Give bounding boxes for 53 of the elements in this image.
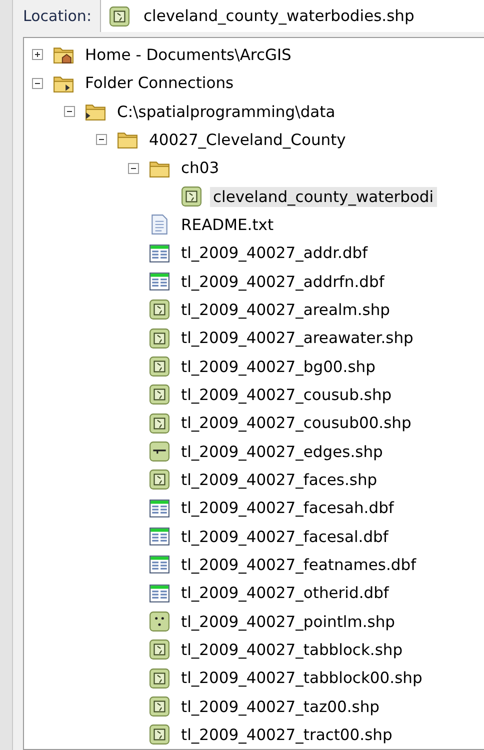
tree-item[interactable]: tl_2009_40027_pointlm.shp <box>178 612 398 632</box>
polygon-layer-icon <box>149 668 170 689</box>
polygon-layer-icon <box>149 469 170 490</box>
polygon-layer-icon <box>108 6 130 27</box>
document-icon <box>149 214 170 236</box>
tree-item[interactable]: cleveland_county_waterbodi <box>210 186 437 207</box>
polygon-layer-icon <box>149 299 170 320</box>
tree-item[interactable]: 40027_Cleveland_County <box>146 130 349 150</box>
polygon-layer-icon <box>149 384 170 406</box>
expand-icon[interactable] <box>32 49 43 60</box>
tree-item[interactable]: ch03 <box>178 158 222 178</box>
polygon-layer-icon <box>149 356 170 378</box>
tree-item[interactable]: tl_2009_40027_cousub.shp <box>178 384 395 405</box>
tree-item[interactable]: tl_2009_40027_faces.shp <box>178 470 380 490</box>
table-icon <box>149 526 170 548</box>
table-icon <box>149 554 170 576</box>
tree-item[interactable]: tl_2009_40027_bg00.shp <box>178 356 378 377</box>
table-icon <box>149 498 170 519</box>
location-label: Location: <box>23 7 92 26</box>
tree-item[interactable]: tl_2009_40027_tract00.shp <box>178 724 396 745</box>
polygon-layer-icon <box>149 724 170 746</box>
tree-item[interactable]: tl_2009_40027_areawater.shp <box>178 328 416 348</box>
tree-item[interactable]: tl_2009_40027_edges.shp <box>178 442 386 462</box>
table-icon <box>149 242 170 264</box>
tree-item[interactable]: tl_2009_40027_arealm.shp <box>178 300 394 320</box>
tree-item[interactable]: tl_2009_40027_otherid.dbf <box>178 583 392 604</box>
tree-item[interactable]: tl_2009_40027_featnames.dbf <box>178 554 420 575</box>
tree-item[interactable]: tl_2009_40027_tabblock.shp <box>178 640 406 660</box>
polygon-layer-icon <box>149 412 170 434</box>
polygon-layer-icon <box>149 328 170 349</box>
tree-item[interactable]: tl_2009_40027_facesal.dbf <box>178 526 392 547</box>
collapse-icon[interactable] <box>64 106 75 118</box>
tree-item[interactable]: tl_2009_40027_addrfn.dbf <box>178 272 388 292</box>
tree-item[interactable]: Folder Connections <box>82 73 237 94</box>
tree-item[interactable]: C:\spatialprogramming\data <box>114 102 338 122</box>
tree-item[interactable]: tl_2009_40027_cousub00.shp <box>178 413 414 434</box>
tree-item[interactable]: tl_2009_40027_facesah.dbf <box>178 498 397 518</box>
tree-item[interactable]: tl_2009_40027_addr.dbf <box>178 243 371 264</box>
collapse-icon[interactable] <box>96 134 107 146</box>
line-layer-icon <box>149 441 170 462</box>
tree-item[interactable]: Home - Documents\ArcGIS <box>82 44 294 65</box>
polygon-layer-icon <box>149 696 170 717</box>
tree-item[interactable]: tl_2009_40027_tabblock00.shp <box>178 668 426 688</box>
table-icon <box>149 582 170 604</box>
tree-item[interactable]: README.txt <box>178 214 277 235</box>
polygon-layer-icon <box>149 639 170 660</box>
location-field[interactable]: cleveland_county_waterbodies.shp <box>100 0 484 32</box>
collapse-icon[interactable] <box>32 78 43 89</box>
polygon-layer-icon <box>181 186 202 208</box>
tree-item[interactable]: tl_2009_40027_taz00.shp <box>178 696 382 716</box>
collapse-icon[interactable] <box>128 162 139 174</box>
table-icon <box>149 271 170 292</box>
point-layer-icon <box>149 611 170 632</box>
